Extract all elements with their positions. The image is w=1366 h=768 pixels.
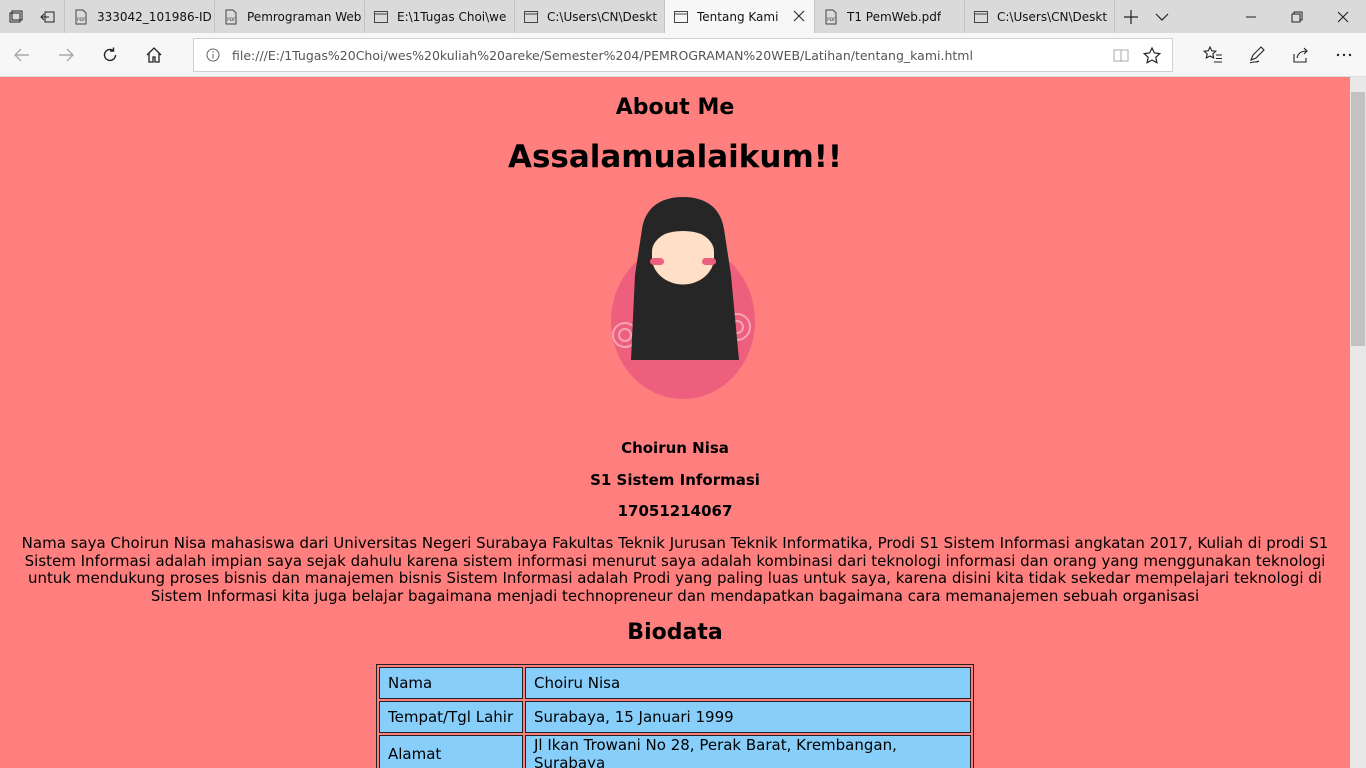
page-content[interactable]: About Me Assalamualaikum!! Choirun Nisa … xyxy=(0,77,1350,768)
tab-bar: PDF 333042_101986-ID PDF Pemrograman Web… xyxy=(0,0,1366,33)
tab-1-title: 333042_101986-ID xyxy=(97,9,212,24)
svg-text:PDF: PDF xyxy=(227,17,236,23)
pdf-icon: PDF xyxy=(225,9,237,24)
tab-5-title: Tentang Kami xyxy=(697,9,779,24)
biodata-value: Jl Ikan Trowani No 28, Perak Barat, Krem… xyxy=(525,735,971,768)
new-tab-icon[interactable] xyxy=(1114,0,1146,33)
about-description: Nama saya Choirun Nisa mahasiswa dari Un… xyxy=(21,534,1329,605)
address-bar[interactable]: file:///E:/1Tugas%20Choi/wes%20kuliah%20… xyxy=(193,38,1173,72)
tab-7[interactable]: C:\Users\CN\Deskt xyxy=(964,0,1114,33)
set-tabs-aside-icon[interactable] xyxy=(32,0,64,33)
profile-student-id: 17051214067 xyxy=(617,502,733,520)
table-row: Nama Choiru Nisa xyxy=(379,667,971,699)
restore-icon[interactable] xyxy=(1274,0,1320,33)
tab-2-title: Pemrograman Web xyxy=(247,9,362,24)
tab-6-title: T1 PemWeb.pdf xyxy=(847,9,942,24)
svg-text:PDF: PDF xyxy=(77,17,86,23)
reading-view-icon[interactable] xyxy=(1112,47,1130,65)
tab-4-title: C:\Users\CN\Deskt xyxy=(547,9,658,24)
minimize-icon[interactable] xyxy=(1228,0,1274,33)
tab-6[interactable]: PDF T1 PemWeb.pdf xyxy=(814,0,964,33)
page-icon xyxy=(674,10,688,23)
page-icon xyxy=(374,10,388,23)
forward-arrow-icon[interactable] xyxy=(52,41,80,69)
table-row: Tempat/Tgl Lahir Surabaya, 15 Januari 19… xyxy=(379,701,971,733)
tab-preview-chevron-down-icon[interactable] xyxy=(1146,0,1178,33)
web-note-pen-icon[interactable] xyxy=(1243,41,1271,69)
url-text[interactable]: file:///E:/1Tugas%20Choi/wes%20kuliah%20… xyxy=(232,48,973,63)
tab-2[interactable]: PDF Pemrograman Web xyxy=(214,0,364,33)
table-row: Alamat Jl Ikan Trowani No 28, Perak Bara… xyxy=(379,735,971,768)
tab-actions-icon[interactable] xyxy=(0,0,32,33)
tab-5-active[interactable]: Tentang Kami xyxy=(664,0,814,33)
page-heading: About Me xyxy=(615,95,735,120)
pdf-icon: PDF xyxy=(825,9,837,24)
more-options-icon[interactable] xyxy=(1330,41,1358,69)
share-icon[interactable] xyxy=(1287,41,1315,69)
scrollbar-thumb[interactable] xyxy=(1351,92,1365,346)
info-icon[interactable] xyxy=(206,48,220,62)
refresh-icon[interactable] xyxy=(96,41,124,69)
back-arrow-icon[interactable] xyxy=(8,41,36,69)
biodata-table: Nama Choiru Nisa Tempat/Tgl Lahir Suraba… xyxy=(376,664,974,768)
biodata-value: Choiru Nisa xyxy=(525,667,971,699)
page-icon xyxy=(524,10,538,23)
tab-3[interactable]: E:\1Tugas Choi\we xyxy=(364,0,514,33)
tab-7-title: C:\Users\CN\Deskt xyxy=(997,9,1108,24)
svg-text:PDF: PDF xyxy=(827,17,836,23)
favorite-star-icon[interactable] xyxy=(1142,46,1162,66)
biodata-heading: Biodata xyxy=(627,620,723,645)
profile-program: S1 Sistem Informasi xyxy=(590,471,760,489)
tab-1[interactable]: PDF 333042_101986-ID xyxy=(64,0,214,33)
biodata-label: Tempat/Tgl Lahir xyxy=(379,701,523,733)
biodata-label: Alamat xyxy=(379,735,523,768)
pdf-icon: PDF xyxy=(75,9,87,24)
hijab-avatar-image xyxy=(611,197,755,399)
navigation-bar: file:///E:/1Tugas%20Choi/wes%20kuliah%20… xyxy=(0,33,1366,77)
greeting-heading: Assalamualaikum!! xyxy=(507,139,843,175)
home-icon[interactable] xyxy=(140,41,168,69)
favorites-hub-icon[interactable] xyxy=(1199,41,1227,69)
close-window-icon[interactable] xyxy=(1320,0,1366,33)
biodata-value: Surabaya, 15 Januari 1999 xyxy=(525,701,971,733)
tab-3-title: E:\1Tugas Choi\we xyxy=(397,9,507,24)
close-tab-icon[interactable] xyxy=(792,9,806,23)
tab-bar-drag-area[interactable] xyxy=(1178,0,1228,33)
biodata-label: Nama xyxy=(379,667,523,699)
profile-name: Choirun Nisa xyxy=(621,439,729,457)
page-icon xyxy=(974,10,988,23)
tab-4[interactable]: C:\Users\CN\Deskt xyxy=(514,0,664,33)
